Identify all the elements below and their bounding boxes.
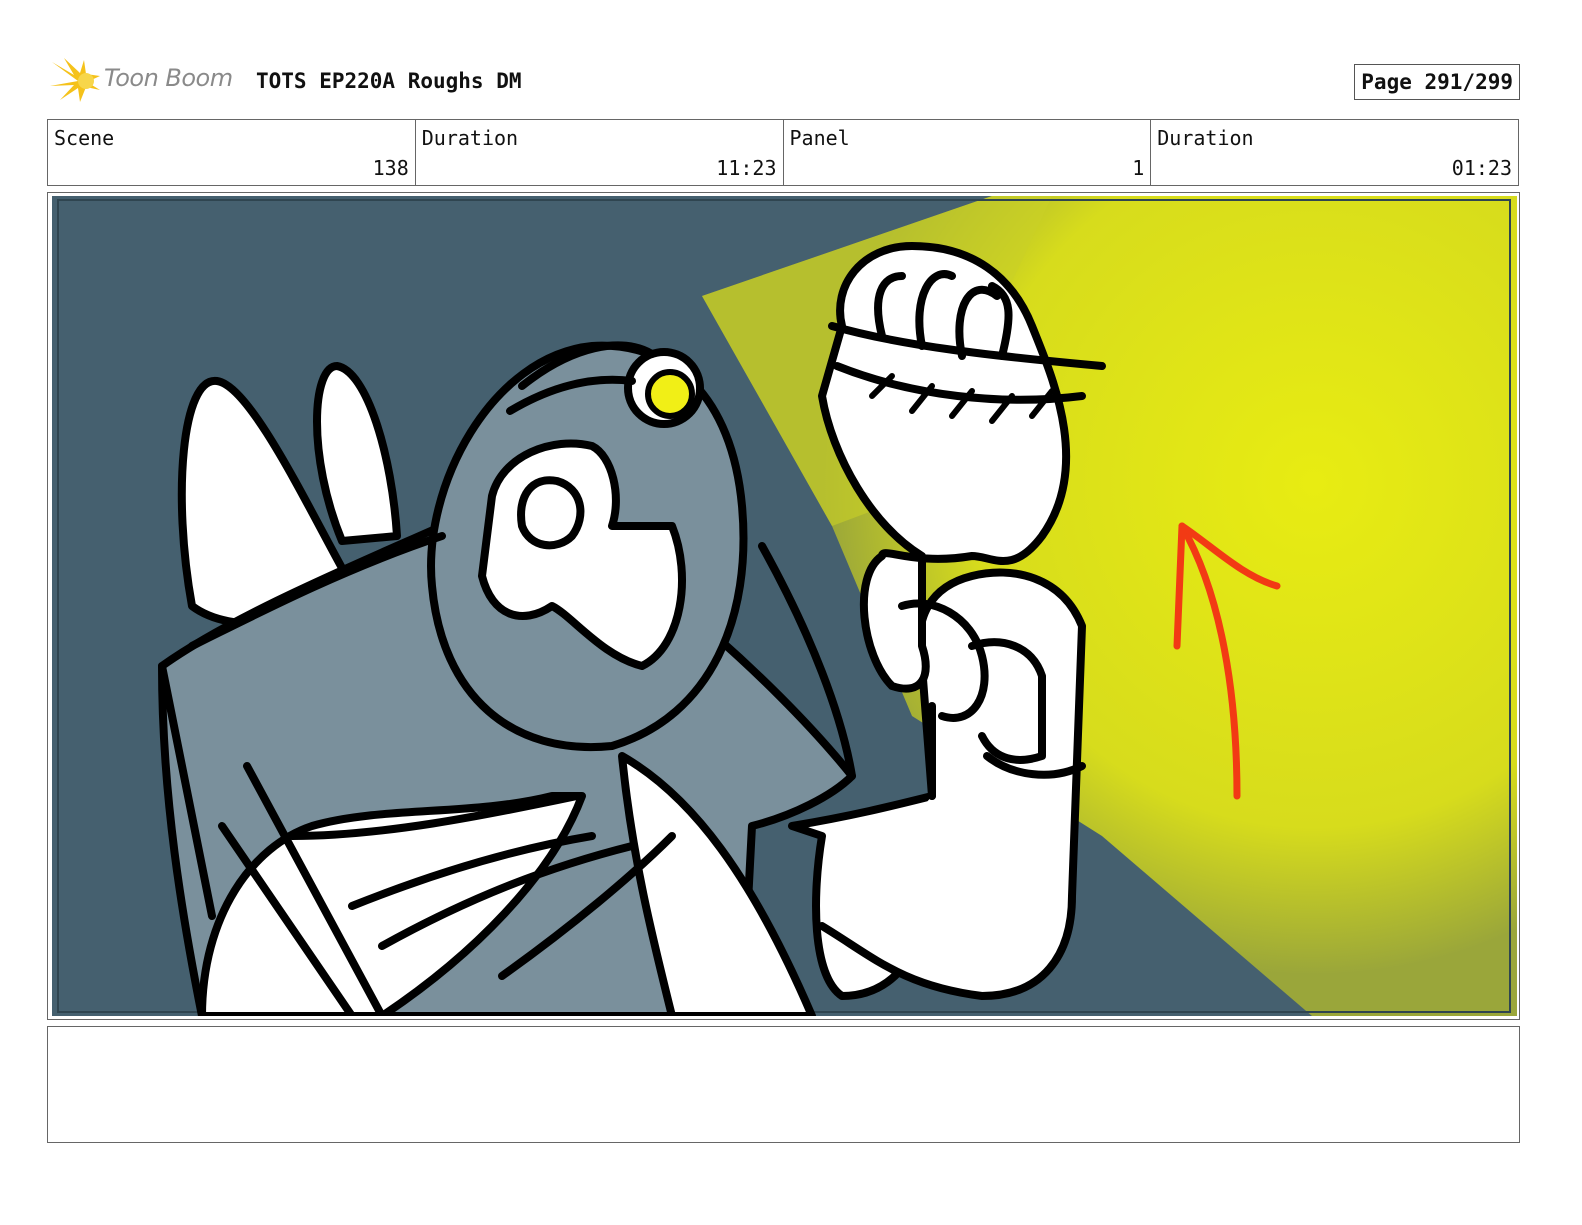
scene-duration-label: Duration — [421, 126, 519, 150]
scene-cell: Scene 138 — [48, 120, 416, 185]
page-number: Page 291/299 — [1354, 64, 1520, 100]
scene-duration-value: 11:23 — [716, 156, 777, 180]
logo-text: Toon Boom — [104, 64, 233, 92]
toon-boom-star-icon — [50, 58, 100, 102]
panel-duration-cell: Duration 01:23 — [1151, 120, 1518, 185]
document-title: TOTS EP220A Roughs DM — [256, 69, 522, 93]
panel-duration-label: Duration — [1157, 126, 1254, 150]
panel-value: 1 — [1132, 156, 1145, 180]
header: Toon Boom TOTS EP220A Roughs DM Page 291… — [50, 56, 1540, 106]
panel-notes — [47, 1026, 1520, 1143]
panel-cell: Panel 1 — [784, 120, 1152, 185]
scene-info-bar: Scene 138 Duration 11:23 Panel 1 Duratio… — [47, 119, 1519, 186]
panel-duration-value: 01:23 — [1451, 156, 1512, 180]
scene-label: Scene — [54, 126, 115, 150]
storyboard-panel-image — [52, 196, 1517, 1016]
scene-value: 138 — [372, 156, 409, 180]
panel-label: Panel — [789, 126, 850, 150]
storyboard-sketch — [52, 196, 1517, 1016]
scene-duration-cell: Duration 11:23 — [416, 120, 784, 185]
toon-boom-logo: Toon Boom — [50, 56, 240, 106]
